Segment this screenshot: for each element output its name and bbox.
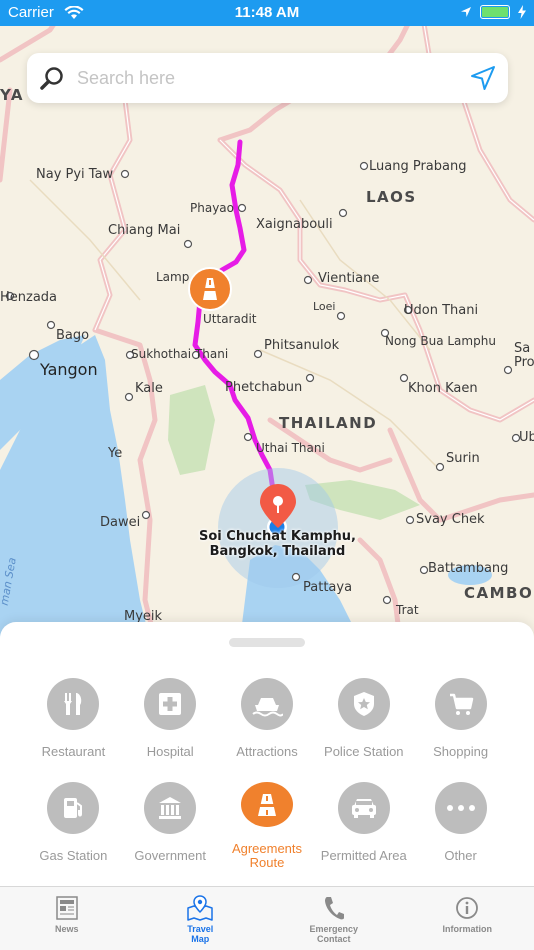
search-input[interactable]: [77, 53, 458, 103]
map-label-uthai-thani: Uthai Thani: [256, 441, 325, 455]
travel-map-icon: [186, 894, 214, 922]
map-label-phayao: Phayao: [190, 201, 234, 215]
map-label-henzada: Henzada: [0, 290, 58, 305]
map-label-phetchabun: Phetchabun: [225, 380, 303, 395]
car-icon: [337, 782, 390, 834]
map-label-chiang-mai: Chiang Mai: [108, 223, 181, 238]
bolt-icon: [518, 5, 526, 19]
map-label-xaignabouli: Xaignabouli: [256, 217, 333, 232]
category-government[interactable]: Government: [122, 782, 219, 870]
navigation-arrow-icon[interactable]: [458, 53, 508, 103]
map-label-trat: Trat: [396, 603, 419, 617]
category-label: Police Station: [324, 744, 404, 759]
tab-travel-map[interactable]: Travel Map: [134, 887, 268, 950]
search-bar[interactable]: [27, 53, 508, 103]
map-label-nong-bua-lamphu: Nong Bua Lamphu: [385, 334, 496, 348]
map-label-thailand: THAILAND: [279, 414, 378, 432]
phone-icon: [320, 894, 348, 922]
road-icon: [240, 782, 293, 827]
category-label: Gas Station: [39, 848, 108, 863]
map-label-bago: Bago: [56, 328, 90, 343]
map-label-ub: Ub: [519, 430, 534, 445]
category-shopping[interactable]: Shopping: [412, 678, 509, 766]
category-other[interactable]: Other: [412, 782, 509, 870]
category-hospital[interactable]: Hospital: [122, 678, 219, 766]
magnifier-icon: [27, 53, 77, 103]
map-label-ye: Ye: [108, 446, 123, 461]
category-agreements-route[interactable]: Agreements Route: [219, 782, 316, 870]
map-label-battambang: Battambang: [428, 561, 509, 576]
map-label-surin: Surin: [446, 451, 480, 466]
medical-cross-icon: [144, 678, 197, 730]
location-arrow-icon: [461, 7, 471, 17]
category-police-station[interactable]: Police Station: [315, 678, 412, 766]
category-gas-station[interactable]: Gas Station: [25, 782, 122, 870]
tab-label: Information: [442, 924, 493, 934]
tab-label: Travel Map: [187, 924, 214, 944]
tab-label: Emergency Contact: [309, 924, 359, 944]
tab-bar: News Travel Map Emergency Contact Inform…: [0, 886, 534, 950]
category-label: Permitted Area: [320, 848, 407, 863]
category-restaurant[interactable]: Restaurant: [25, 678, 122, 766]
category-label: Agreements Route: [231, 841, 303, 870]
destination-label: Soi Chuchat Kamphu, Bangkok, Thailand: [199, 529, 356, 559]
status-time: 11:48 AM: [234, 4, 300, 21]
map-label-phitsanulok: Phitsanulok: [264, 338, 340, 353]
map-label-pattaya: Pattaya: [303, 580, 353, 595]
map-label-khon-kaen: Khon Kaen: [408, 381, 478, 396]
tab-emergency-contact[interactable]: Emergency Contact: [267, 887, 401, 950]
category-label: Attractions: [236, 744, 298, 759]
government-building-icon: [144, 782, 197, 834]
map-label-svay-chek: Svay Chek: [416, 512, 485, 527]
map-label-kale: Kale: [135, 381, 163, 396]
map-label-sukhothai-thani: Sukhothai Thani: [131, 347, 229, 361]
status-bar: Carrier 11:48 AM: [0, 0, 534, 26]
battery-icon: [480, 5, 510, 19]
map-label-sa: Sa: [514, 341, 531, 356]
map-label-luang-prabang: Luang Prabang: [369, 159, 467, 174]
tab-label: News: [54, 924, 79, 934]
map-label-vientiane: Vientiane: [318, 271, 380, 286]
category-label: Shopping: [433, 744, 489, 759]
more-dots-icon: [434, 782, 487, 834]
map-label-laos: LAOS: [366, 188, 417, 206]
fork-knife-icon: [47, 678, 100, 730]
map-label-uttaradit: Uttaradit: [203, 312, 257, 326]
category-attractions[interactable]: Attractions: [219, 678, 316, 766]
map-label-udon-thani: Udon Thani: [404, 303, 479, 318]
category-label: Other: [444, 848, 477, 863]
category-label: Hospital: [146, 744, 194, 759]
sheet-drag-handle[interactable]: [229, 638, 305, 647]
category-permitted-area[interactable]: Permitted Area: [315, 782, 412, 870]
shopping-cart-icon: [434, 678, 487, 730]
gas-pump-icon: [47, 782, 100, 834]
map-label-lamp: Lamp: [156, 270, 190, 284]
map-label-dawei: Dawei: [100, 515, 141, 530]
map-label-yangon: Yangon: [40, 360, 98, 379]
police-badge-icon: [337, 678, 390, 730]
category-label: Government: [134, 848, 206, 863]
info-icon: [453, 894, 481, 922]
map-label-pro: Pro: [514, 355, 534, 370]
newspaper-icon: [53, 894, 81, 922]
tab-information[interactable]: Information: [401, 887, 534, 950]
category-sheet: Restaurant Hospital Attractions Police S…: [0, 622, 534, 886]
route-marker[interactable]: [188, 267, 232, 311]
category-label: Restaurant: [41, 744, 106, 759]
map-label-cambo: CAMBO: [464, 584, 534, 602]
boat-icon: [240, 678, 293, 730]
tab-news[interactable]: News: [0, 887, 134, 950]
map-label-nay-pyi-taw: Nay Pyi Taw: [36, 167, 114, 182]
map-label-loei: Loei: [313, 300, 336, 313]
